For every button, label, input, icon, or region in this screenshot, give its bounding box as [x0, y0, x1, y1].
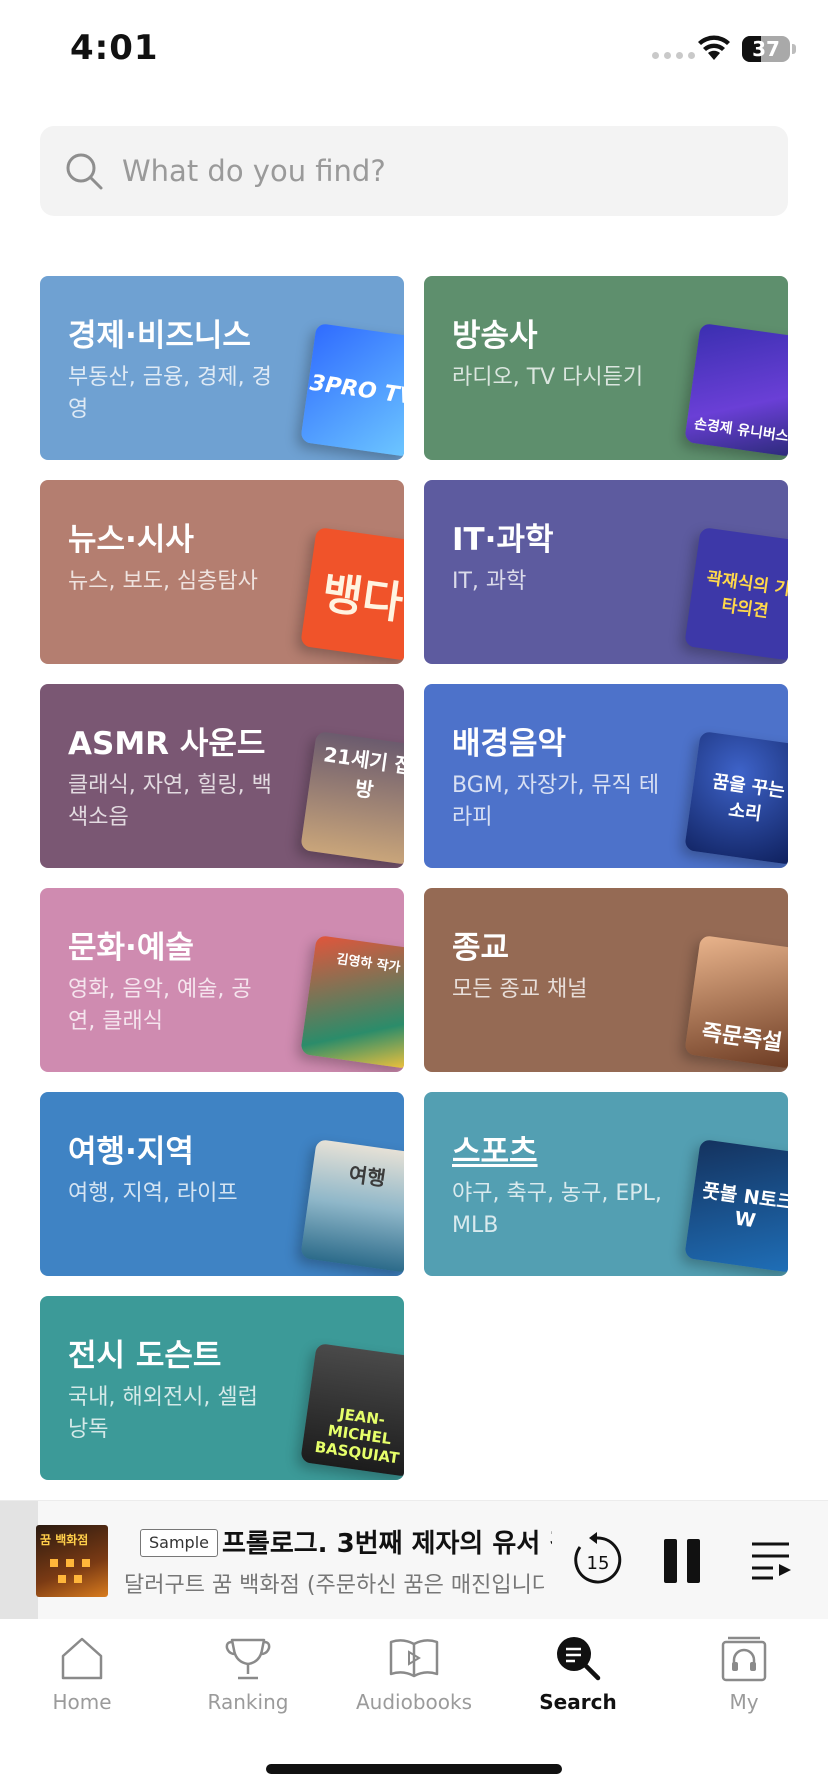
search-icon — [557, 1637, 601, 1681]
category-title: 경제·비즈니스 — [68, 318, 251, 354]
search-icon — [66, 153, 103, 190]
battery-icon: 37 — [742, 36, 790, 62]
cellular-signal-icon — [652, 52, 695, 59]
category-subtitle: 모든 종교 채널 — [452, 977, 588, 1002]
tab-my[interactable]: My — [674, 1634, 814, 1724]
category-title: 배경음악 — [452, 726, 567, 762]
category-subtitle: 여행, 지역, 라이프 — [68, 1181, 238, 1206]
playlist-icon — [752, 1542, 791, 1580]
category-title: 스포츠 — [452, 1134, 538, 1170]
category-subtitle: 국내, 해외전시, 셀럽낭독 — [68, 1385, 258, 1442]
category-thumbnail: JEAN-MICHEL BASQUIAT — [300, 1342, 404, 1478]
category-subtitle: 라디오, TV 다시듣기 — [452, 365, 644, 390]
category-title: 문화·예술 — [68, 930, 194, 966]
category-card-it-science[interactable]: IT·과학 IT, 과학 곽재식의 기타의견 — [424, 480, 788, 664]
category-thumbnail: 곽재식의 기타의견 — [684, 526, 788, 662]
search-input[interactable] — [120, 153, 744, 189]
category-thumbnail: 뱅다 — [300, 526, 404, 662]
category-thumbnail: 손경제 유니버스 — [684, 322, 788, 458]
category-thumbnail: 즉문즉설 — [684, 934, 788, 1070]
playlist-button[interactable] — [748, 1537, 794, 1583]
category-subtitle: BGM, 자장가, 뮤직 테라피 — [452, 773, 660, 830]
category-thumbnail: 21세기 잡방 — [300, 730, 404, 866]
book-icon — [389, 1639, 439, 1678]
pause-button[interactable] — [660, 1537, 704, 1585]
category-card-news[interactable]: 뉴스·시사 뉴스, 보도, 심층탐사 뱅다 — [40, 480, 404, 664]
tab-label: Audiobooks — [355, 1690, 472, 1714]
sample-badge: Sample — [140, 1529, 218, 1557]
pause-icon — [664, 1539, 700, 1583]
category-subtitle: 부동산, 금융, 경제, 경영 — [68, 365, 272, 422]
album-art[interactable]: 꿈 백화점 — [36, 1525, 108, 1597]
category-thumbnail: 꿈을 꾸는 소리 — [684, 730, 788, 866]
rewind-seconds: 15 — [587, 1553, 610, 1574]
rewind-15-button[interactable]: 15 — [566, 1529, 628, 1591]
mini-player[interactable]: 꿈 백화점 Sample 프롤로그. 3번째 제자의 유서 깊 달러구트 꿈 백… — [0, 1500, 828, 1619]
battery-level: 37 — [752, 37, 780, 61]
category-thumbnail: 여행 — [300, 1138, 404, 1274]
status-time: 4:01 — [70, 28, 159, 68]
category-title: 방송사 — [452, 318, 538, 354]
category-thumbnail: 풋볼 N토크W — [684, 1138, 788, 1274]
track-subtitle: 달러구트 꿈 백화점 (주문하신 꿈은 매진입니다) — [124, 1573, 544, 1598]
category-title: ASMR 사운드 — [68, 726, 266, 762]
home-icon — [61, 1637, 103, 1680]
status-bar: 4:01 37 — [0, 0, 828, 100]
tab-ranking[interactable]: Ranking — [178, 1634, 318, 1724]
tab-label: My — [729, 1690, 759, 1714]
rewind-icon: 15 — [574, 1532, 622, 1584]
category-card-bgm[interactable]: 배경음악 BGM, 자장가, 뮤직 테라피 꿈을 꾸는 소리 — [424, 684, 788, 868]
category-title: IT·과학 — [452, 522, 554, 558]
tab-bar: Home Ranking Audiobooks Search My — [0, 1620, 828, 1730]
category-title: 여행·지역 — [68, 1134, 194, 1170]
tab-label: Search — [539, 1690, 617, 1714]
track-title[interactable]: 프롤로그. 3번째 제자의 유서 깊 — [222, 1523, 552, 1560]
category-card-religion[interactable]: 종교 모든 종교 채널 즉문즉설 — [424, 888, 788, 1072]
category-card-sports[interactable]: 스포츠 야구, 축구, 농구, EPL, MLB 풋볼 N토크W — [424, 1092, 788, 1276]
tab-label: Ranking — [207, 1690, 289, 1714]
tab-home[interactable]: Home — [12, 1634, 152, 1724]
category-card-travel[interactable]: 여행·지역 여행, 지역, 라이프 여행 — [40, 1092, 404, 1276]
category-card-asmr[interactable]: ASMR 사운드 클래식, 자연, 힐링, 백색소음 21세기 잡방 — [40, 684, 404, 868]
category-thumbnail: 3PRO TV — [300, 322, 404, 458]
category-title: 뉴스·시사 — [68, 522, 194, 558]
wifi-icon — [698, 35, 730, 60]
search-bar[interactable] — [40, 126, 788, 216]
tab-audiobooks[interactable]: Audiobooks — [344, 1634, 484, 1724]
category-subtitle: 영화, 음악, 예술, 공연, 클래식 — [68, 977, 252, 1034]
category-thumbnail: 김영하 작가 — [300, 934, 404, 1070]
tab-search[interactable]: Search — [508, 1634, 648, 1724]
headphones-icon — [721, 1636, 767, 1682]
category-card-docent[interactable]: 전시 도슨트 국내, 해외전시, 셀럽낭독 JEAN-MICHEL BASQUI… — [40, 1296, 404, 1480]
category-subtitle: 야구, 축구, 농구, EPL, MLB — [452, 1181, 662, 1238]
category-card-business[interactable]: 경제·비즈니스 부동산, 금융, 경제, 경영 3PRO TV — [40, 276, 404, 460]
category-title: 종교 — [452, 930, 510, 966]
category-subtitle: 클래식, 자연, 힐링, 백색소음 — [68, 773, 272, 830]
tab-label: Home — [52, 1690, 112, 1714]
category-subtitle: IT, 과학 — [452, 569, 527, 594]
category-grid: 경제·비즈니스 부동산, 금융, 경제, 경영 3PRO TV 방송사 라디오,… — [40, 276, 788, 1480]
home-indicator — [266, 1764, 562, 1774]
category-card-broadcast[interactable]: 방송사 라디오, TV 다시듣기 손경제 유니버스 — [424, 276, 788, 460]
trophy-icon — [225, 1638, 271, 1680]
category-subtitle: 뉴스, 보도, 심층탐사 — [68, 569, 258, 594]
category-card-culture-art[interactable]: 문화·예술 영화, 음악, 예술, 공연, 클래식 김영하 작가 — [40, 888, 404, 1072]
category-title: 전시 도슨트 — [68, 1338, 222, 1374]
